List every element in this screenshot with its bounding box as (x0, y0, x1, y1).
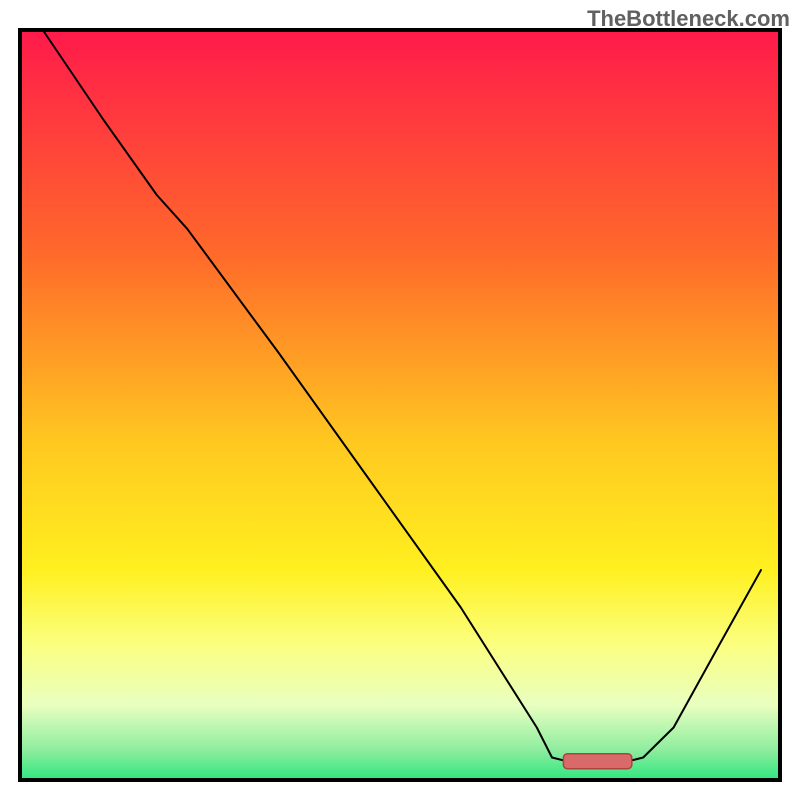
optimum-marker (563, 754, 631, 769)
chart-background (20, 30, 780, 780)
watermark-text: TheBottleneck.com (587, 6, 790, 32)
bottleneck-chart (0, 0, 800, 800)
